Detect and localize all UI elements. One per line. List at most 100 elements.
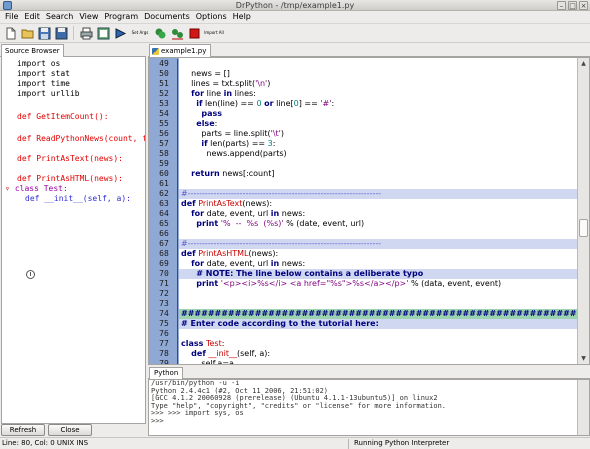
- save-as-icon[interactable]: [54, 26, 68, 40]
- menu-documents[interactable]: Documents: [141, 11, 193, 23]
- new-window-icon[interactable]: [96, 26, 110, 40]
- tree-item-import[interactable]: import time: [17, 79, 70, 89]
- tab-source-browser[interactable]: Source Browser: [1, 44, 64, 57]
- new-file-icon[interactable]: [3, 26, 17, 40]
- code-line[interactable]: if len(parts) == 3:: [179, 139, 577, 149]
- python-prompt[interactable]: /usr/bin/python -u -i Python 2.4.4c1 (#2,…: [148, 379, 590, 436]
- tree-item-def[interactable]: def PrintAsText(news):: [17, 154, 123, 164]
- code-line[interactable]: [179, 299, 577, 309]
- code-line[interactable]: parts = line.split('\t'): [179, 129, 577, 139]
- set-args-label: Set Args: [131, 30, 149, 35]
- code-line[interactable]: print '% -- %s (%s)' % (date, event, url…: [179, 219, 577, 229]
- tree-item-class[interactable]: ▿ class Test:: [5, 184, 68, 194]
- code-line[interactable]: lines = txt.split('\n'): [179, 79, 577, 89]
- source-browser-tabs: Source Browser: [0, 44, 146, 57]
- menu-view[interactable]: View: [76, 11, 101, 23]
- import-all-button[interactable]: Import All: [204, 26, 224, 40]
- fold-marker: [177, 289, 178, 299]
- close-window-button[interactable]: ×: [579, 1, 588, 10]
- menu-options[interactable]: Options: [193, 11, 230, 23]
- code-line[interactable]: for date, event, url in news:: [179, 259, 577, 269]
- tree-item-import[interactable]: import stat: [17, 69, 70, 79]
- run-arrow-icon[interactable]: [113, 26, 127, 40]
- code-line[interactable]: if len(line) == 0 or line[0] == '#':: [179, 99, 577, 109]
- code-line[interactable]: [179, 159, 577, 169]
- editor-vertical-scrollbar[interactable]: ▲ ▼: [577, 58, 589, 364]
- scroll-thumb[interactable]: [579, 219, 588, 237]
- line-number: 59: [159, 159, 169, 168]
- code-editor[interactable]: 49 50 51 52 53 54 55 56 57 58 59 60 61 62 63 64 65 66 67 68…: [148, 57, 590, 365]
- stop-icon[interactable]: [187, 26, 201, 40]
- line-number: 76: [159, 329, 169, 338]
- line-number: 66: [159, 229, 169, 238]
- code-line[interactable]: def PrintAsText(news):: [179, 199, 577, 209]
- close-button[interactable]: Close: [48, 424, 92, 436]
- save-file-icon[interactable]: [37, 26, 51, 40]
- fold-marker: [177, 159, 178, 169]
- code-line[interactable]: return news[:count]: [179, 169, 577, 179]
- code-line[interactable]: [179, 289, 577, 299]
- code-line[interactable]: # NOTE: The line below contains a delibe…: [179, 269, 577, 279]
- code-line[interactable]: #---------------------------------------…: [179, 239, 577, 249]
- print-icon[interactable]: [79, 26, 93, 40]
- python-debug-icon[interactable]: [170, 26, 184, 40]
- fold-marker: [177, 59, 178, 69]
- fold-marker: [177, 219, 178, 229]
- scroll-up-icon[interactable]: ▲: [578, 58, 589, 69]
- scroll-down-icon[interactable]: ▼: [578, 353, 589, 364]
- code-line[interactable]: news.append(parts): [179, 149, 577, 159]
- tree-item-def[interactable]: def GetItemCount():: [17, 112, 109, 122]
- tree-item-def[interactable]: def PrintAsHTML(news):: [17, 174, 123, 184]
- code-line[interactable]: print '<p><i>%s</i> <a href="%s">%s</a><…: [179, 279, 577, 289]
- code-area[interactable]: news = [] lines = txt.split('\n') for li…: [179, 58, 589, 364]
- tree-item-def[interactable]: def ReadPythonNews(count, format: [17, 134, 145, 144]
- code-line[interactable]: [179, 59, 577, 69]
- tab-python[interactable]: Python: [149, 367, 184, 379]
- menu-search[interactable]: Search: [43, 11, 76, 23]
- set-args-button[interactable]: Set Args: [130, 26, 150, 40]
- code-line[interactable]: def PrintAsHTML(news):: [179, 249, 577, 259]
- code-line[interactable]: for line in lines:: [179, 89, 577, 99]
- code-line[interactable]: [179, 179, 577, 189]
- menu-file[interactable]: File: [2, 11, 21, 23]
- code-line[interactable]: [179, 329, 577, 339]
- open-file-icon[interactable]: [20, 26, 34, 40]
- line-number: 75: [159, 319, 169, 328]
- line-number: 49: [159, 59, 169, 68]
- menu-edit[interactable]: Edit: [21, 11, 43, 23]
- fold-marker: [177, 109, 178, 119]
- fold-marker: [177, 319, 178, 329]
- python-run-icon[interactable]: [153, 26, 167, 40]
- tab-example1[interactable]: example1.py: [149, 44, 212, 57]
- tree-item-import[interactable]: import os: [17, 59, 60, 69]
- tree-item-method[interactable]: def __init__(self, a):: [25, 194, 131, 204]
- code-line[interactable]: #---------------------------------------…: [179, 189, 577, 199]
- code-line[interactable]: [179, 229, 577, 239]
- line-number: 72: [159, 289, 169, 298]
- code-line[interactable]: for date, event, url in news:: [179, 209, 577, 219]
- refresh-button[interactable]: Refresh: [1, 424, 45, 436]
- line-number-gutter: 49 50 51 52 53 54 55 56 57 58 59 60 61 62 63 64 65 66 67 68…: [149, 58, 179, 364]
- code-line[interactable]: else:: [179, 119, 577, 129]
- fold-marker: [177, 299, 178, 309]
- fold-marker: [177, 329, 178, 339]
- code-line[interactable]: ########################################…: [179, 309, 589, 319]
- expander-icon[interactable]: ▿: [5, 184, 10, 194]
- code-line[interactable]: pass: [179, 109, 577, 119]
- tree-item-import[interactable]: import urllib: [17, 89, 80, 99]
- code-line[interactable]: # Enter code according to the tutorial h…: [179, 319, 577, 329]
- code-line[interactable]: class Test:: [179, 339, 577, 349]
- menu-help[interactable]: Help: [230, 11, 254, 23]
- fold-marker: [177, 169, 178, 179]
- line-number: 52: [159, 89, 169, 98]
- minimize-button[interactable]: –: [557, 1, 566, 10]
- source-tree: import os import stat import time import…: [1, 57, 146, 424]
- maximize-button[interactable]: □: [568, 1, 577, 10]
- menu-program[interactable]: Program: [101, 11, 141, 23]
- line-number: 67: [159, 239, 169, 248]
- line-number: 64: [159, 209, 169, 218]
- code-line[interactable]: def __init__(self, a):: [179, 349, 577, 359]
- code-line[interactable]: news = []: [179, 69, 577, 79]
- code-line[interactable]: self.a=a: [179, 359, 577, 364]
- prompt-vertical-scrollbar[interactable]: [577, 380, 589, 435]
